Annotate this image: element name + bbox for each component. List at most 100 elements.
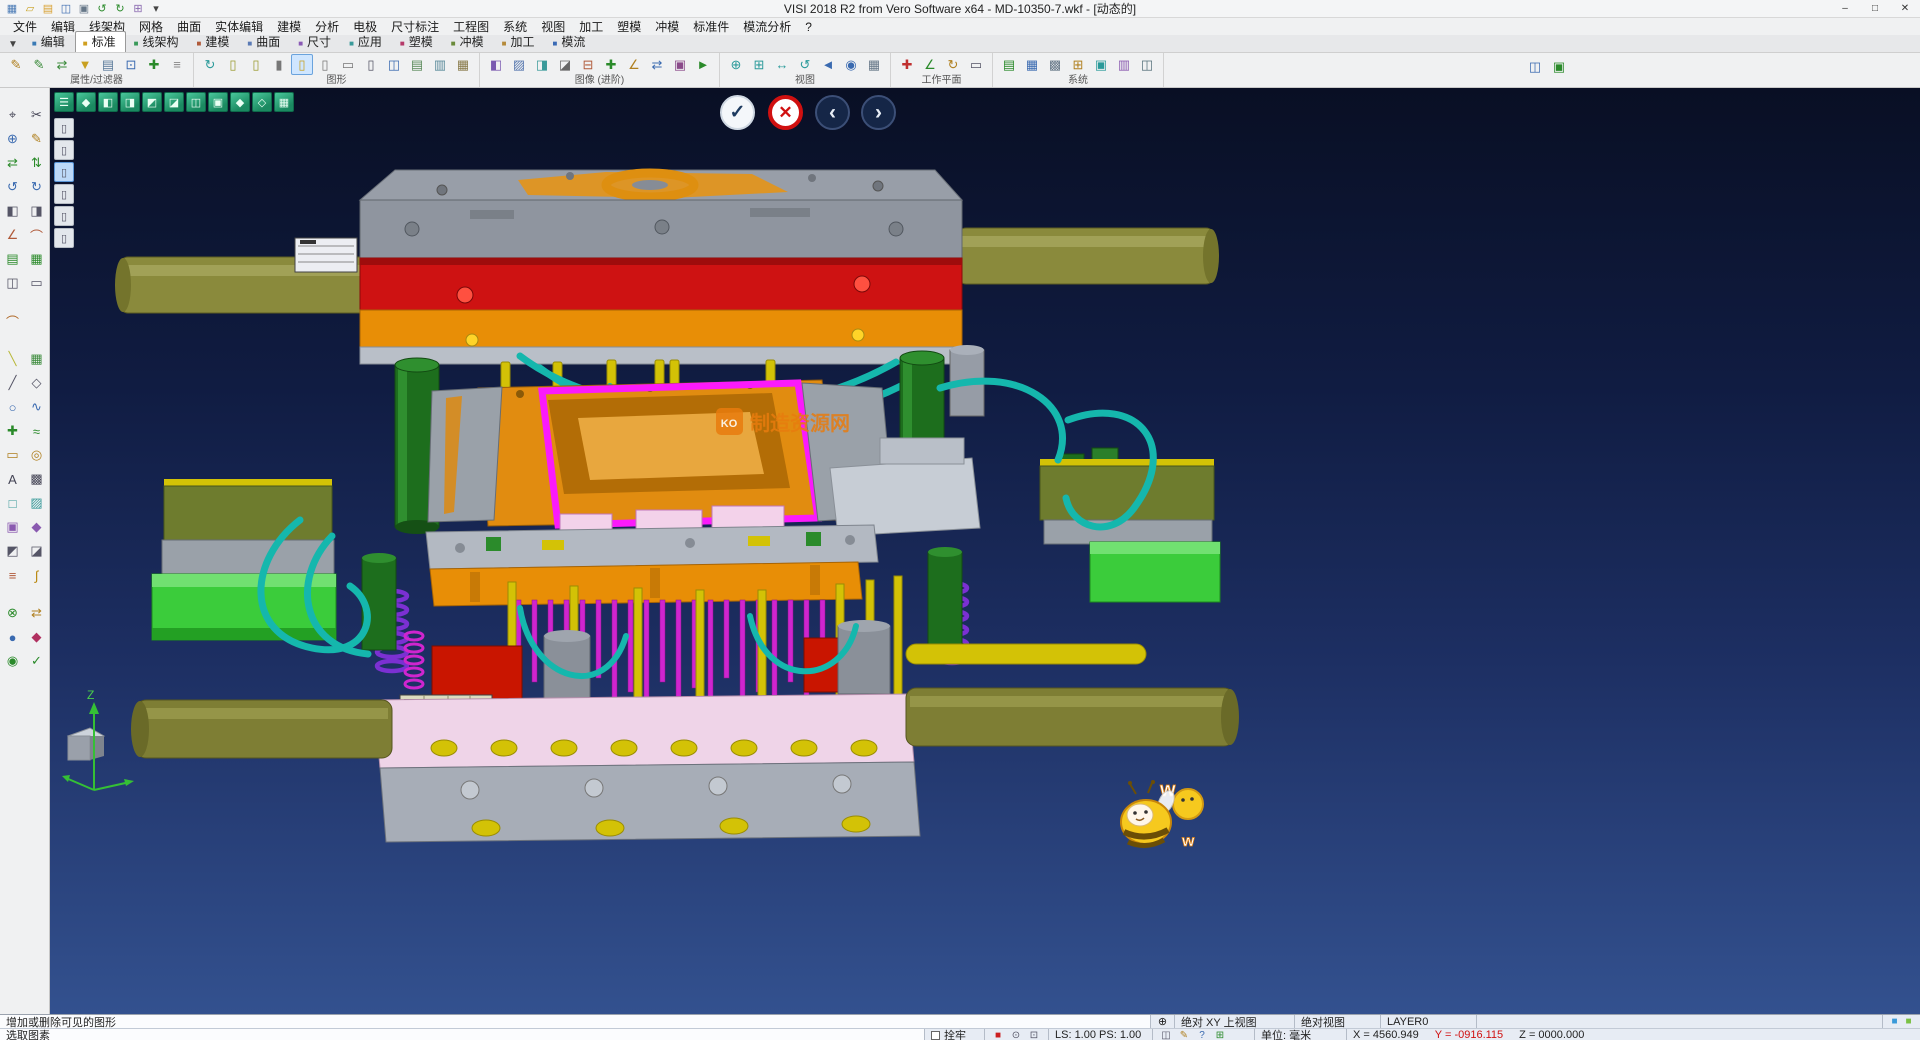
rotate-icon[interactable]: ↺	[2, 176, 24, 198]
hatch-icon[interactable]: ▩	[26, 468, 48, 490]
iso-view-3-icon[interactable]: ◇	[252, 92, 272, 112]
new-file-icon[interactable]: ▱	[22, 1, 38, 16]
view-manager-icon[interactable]: ▦	[863, 54, 885, 75]
ribbon-tab[interactable]: 冲模	[443, 31, 494, 52]
solid-fill-icon[interactable]: ▣	[2, 516, 24, 538]
clipboard-view-2-icon[interactable]: ▯	[54, 140, 74, 160]
confirm-button[interactable]: ✓	[720, 95, 755, 130]
snap-status-icon[interactable]: ⊞	[1213, 1030, 1227, 1040]
edit-attributes-icon[interactable]: ✎	[5, 54, 27, 75]
menu-item[interactable]: 模流分析	[736, 18, 798, 35]
diamond-icon[interactable]: ◇	[26, 372, 48, 394]
grid-icon[interactable]: ▩	[1044, 54, 1066, 75]
edit-element-icon[interactable]: ✎	[26, 128, 48, 150]
snap-settings-icon[interactable]: ▦	[1021, 54, 1043, 75]
text-icon[interactable]: A	[2, 468, 24, 490]
add-remove-visible-icon[interactable]: ▯	[291, 54, 313, 75]
app-menu-icon[interactable]: ▦	[4, 1, 20, 16]
bottom-view-icon[interactable]: ▣	[208, 92, 228, 112]
menu-item[interactable]: 冲模	[648, 18, 686, 35]
compare-icon[interactable]: ⇄	[646, 54, 668, 75]
right-view-icon[interactable]: ◩	[142, 92, 162, 112]
clipboard-view-1-icon[interactable]: ▯	[54, 118, 74, 138]
mirror-icon[interactable]: ⇄	[2, 152, 24, 174]
show-selected-bulb-icon[interactable]: ▯	[245, 54, 267, 75]
copy-attributes-icon[interactable]: ✎	[28, 54, 50, 75]
ribbon-tab[interactable]: 编辑	[24, 31, 75, 52]
quick-access-caret-icon[interactable]: ▾	[148, 1, 164, 16]
list-icon[interactable]: ≡	[2, 564, 24, 586]
database-icon[interactable]: ◫	[1136, 54, 1158, 75]
attribute-brush-icon[interactable]: ✚	[143, 54, 165, 75]
grid-panel-icon[interactable]: ▦	[26, 248, 48, 270]
workplane-reset-icon[interactable]: ▭	[965, 54, 987, 75]
menu-item[interactable]: 塑模	[610, 18, 648, 35]
settings-icon[interactable]: ⊞	[130, 1, 146, 16]
array-icon[interactable]: ⇅	[26, 152, 48, 174]
confirm-tool-icon[interactable]: ✓	[26, 650, 48, 672]
zoom-fit-icon[interactable]: ⊕	[725, 54, 747, 75]
ribbon-tab[interactable]: 塑模	[392, 31, 443, 52]
select-icon[interactable]: ⌖	[2, 104, 24, 126]
view-mode-absolute-xy[interactable]: 绝对 XY 上视图	[1174, 1015, 1294, 1028]
workplane-rotate-icon[interactable]: ↻	[942, 54, 964, 75]
open-file-icon[interactable]: ▤	[40, 1, 56, 16]
rectangle-icon[interactable]: ▭	[2, 444, 24, 466]
zoom-status-icon[interactable]: ⊕	[1150, 1015, 1174, 1028]
angle-icon[interactable]: ∠	[2, 224, 24, 246]
ribbon-tab[interactable]: 曲面	[239, 31, 290, 52]
hide-selected-icon[interactable]: ▯	[314, 54, 336, 75]
box-icon[interactable]: ▭	[26, 272, 48, 294]
point-icon[interactable]: ●	[2, 626, 24, 648]
menu-item[interactable]: 标准件	[686, 18, 736, 35]
diagonal-line-icon[interactable]: ╱	[2, 372, 24, 394]
lock-toggle[interactable]: 拴牢	[924, 1029, 984, 1040]
view-mode-absolute[interactable]: 绝对视图	[1294, 1015, 1380, 1028]
refresh-graphics-icon[interactable]: ↻	[199, 54, 221, 75]
point-plus-icon[interactable]: ✚	[2, 420, 24, 442]
left-view-icon[interactable]: ◪	[164, 92, 184, 112]
minimize-button[interactable]: –	[1830, 0, 1860, 18]
clipboard-view-5-icon[interactable]: ▯	[54, 206, 74, 226]
transparency-icon[interactable]: ◨	[531, 54, 553, 75]
shadow-icon[interactable]: ◪	[554, 54, 576, 75]
gem-icon[interactable]: ◆	[26, 516, 48, 538]
front-view-icon[interactable]: ◨	[120, 92, 140, 112]
hidden-line-mode-icon[interactable]: ▦	[452, 54, 474, 75]
menu-item[interactable]: ?	[798, 20, 819, 34]
corner-icon[interactable]: ◩	[2, 540, 24, 562]
texture-icon[interactable]: ▨	[508, 54, 530, 75]
ribbon-tab[interactable]: 标准	[75, 31, 126, 52]
status-indicator-green-icon[interactable]: ■	[1903, 1016, 1914, 1027]
ribbon-help-icon[interactable]: ▣	[1548, 56, 1570, 77]
save-icon[interactable]: ◫	[58, 1, 74, 16]
previous-view-icon[interactable]: ◄	[817, 54, 839, 75]
close-button[interactable]: ✕	[1890, 0, 1920, 18]
dynamic-view-icon[interactable]: ◉	[840, 54, 862, 75]
cancel-button[interactable]: ✕	[768, 95, 803, 130]
line-icon[interactable]: ╲	[2, 348, 24, 370]
render-mode-icon[interactable]: ◧	[485, 54, 507, 75]
workplane-new-icon[interactable]: ✚	[896, 54, 918, 75]
window-indicator-icon[interactable]: ⊡	[1027, 1030, 1041, 1040]
hide-all-icon[interactable]: ▯	[360, 54, 382, 75]
link-icon[interactable]: ⊗	[2, 602, 24, 624]
polyline-icon[interactable]: ▦	[26, 348, 48, 370]
workplane-align-icon[interactable]: ∠	[919, 54, 941, 75]
layer-indicator[interactable]: LAYER0	[1380, 1015, 1476, 1028]
options-icon[interactable]: ▥	[1113, 54, 1135, 75]
maximize-button[interactable]: □	[1860, 0, 1890, 18]
view-list-icon[interactable]: ☰	[54, 92, 74, 112]
shaded-cube-icon[interactable]: ▦	[274, 92, 294, 112]
stretch-icon[interactable]: ◧	[2, 200, 24, 222]
layer-filter-icon[interactable]: ▤	[97, 54, 119, 75]
layer-panel-icon[interactable]: ▤	[2, 248, 24, 270]
calculator-icon[interactable]: ⊞	[1067, 54, 1089, 75]
next-step-button[interactable]: ›	[861, 95, 896, 130]
selection-filter-icon[interactable]: ⊡	[120, 54, 142, 75]
capture-status-icon[interactable]: ◫	[1159, 1030, 1173, 1040]
zoom-in-icon[interactable]: ⊕	[2, 128, 24, 150]
spline-icon[interactable]: ∿	[26, 396, 48, 418]
clipboard-view-3-icon[interactable]: ▯	[54, 162, 74, 182]
ribbon-tab[interactable]: 建模	[188, 31, 239, 52]
